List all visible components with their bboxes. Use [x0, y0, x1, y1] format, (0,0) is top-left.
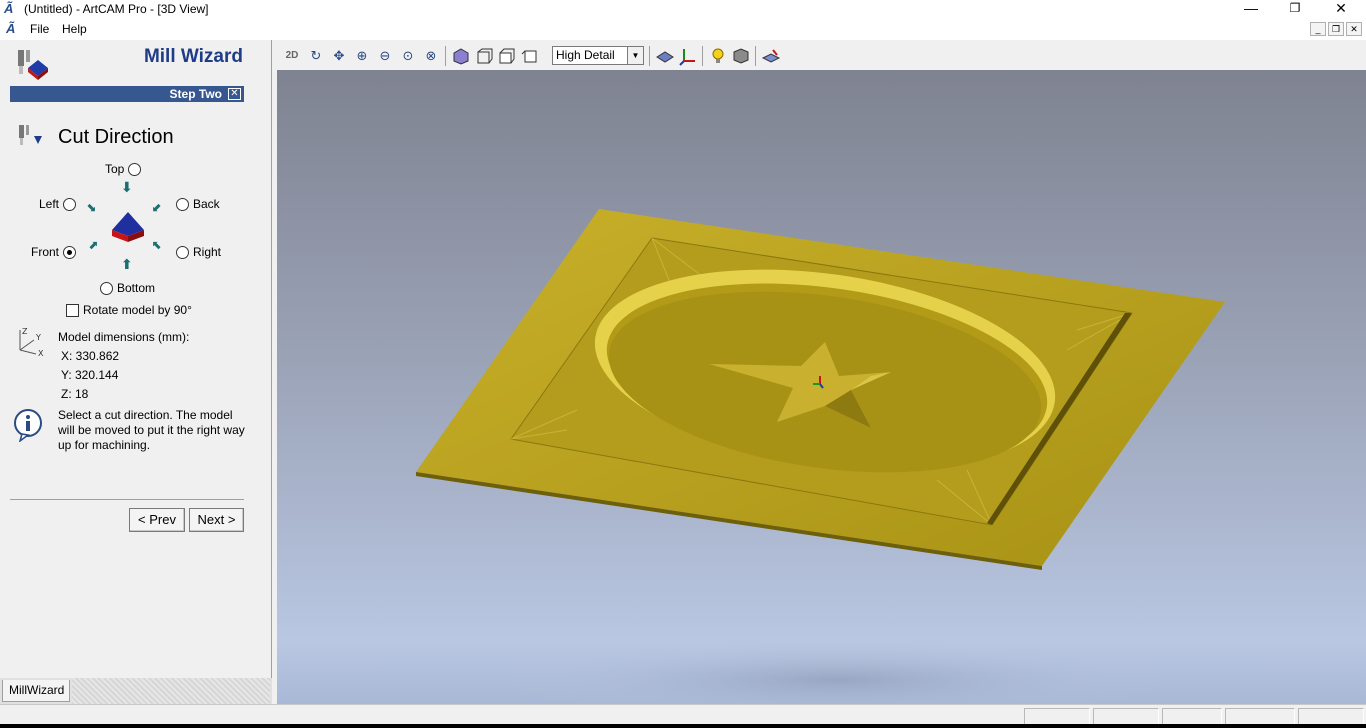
toolbar-separator: [755, 46, 756, 66]
rotate-view-icon[interactable]: ↻: [306, 46, 326, 66]
cut-direction-icon: [19, 125, 42, 145]
mill-wizard-panel: Mill Wizard Step Two ✕ Cut Direction Top…: [0, 40, 272, 704]
toolbar-separator: [445, 46, 446, 66]
menu-bar: Ã File Help _ ❐ ✕: [0, 18, 1366, 40]
wizard-title: Mill Wizard: [143, 46, 243, 67]
direction-left-label: Left: [39, 197, 60, 211]
zoom-fit-icon[interactable]: ⊙: [398, 46, 418, 66]
arrow-upright-icon: ⬈: [88, 238, 99, 252]
toolbar-separator: [702, 46, 703, 66]
tab-millwizard[interactable]: MillWizard: [2, 680, 70, 702]
direction-back[interactable]: Back: [176, 197, 220, 211]
pan-view-icon[interactable]: ✥: [329, 46, 349, 66]
dimensions-label: Model dimensions (mm):: [58, 330, 190, 344]
axis-toggle-icon[interactable]: [678, 46, 698, 66]
dimension-y: Y: 320.144: [61, 368, 119, 382]
direction-right-radio[interactable]: [176, 245, 189, 259]
toolbar-separator: [649, 46, 650, 66]
axis-y-label: Y: [35, 333, 41, 342]
taskbar-edge: [0, 724, 1366, 728]
dimension-x: X: 330.862: [61, 349, 120, 363]
window-title: (Untitled) - ArtCAM Pro - [3D View]: [24, 2, 209, 16]
lighting-icon[interactable]: [708, 46, 728, 66]
tab-strip-background: [72, 678, 270, 704]
mdi-close-button[interactable]: ✕: [1346, 22, 1362, 36]
direction-bottom[interactable]: Bottom: [100, 281, 155, 295]
arrow-up-icon: ⬆: [121, 256, 133, 272]
info-text: Select a cut direction. The model will b…: [58, 408, 245, 452]
chevron-down-icon[interactable]: ▼: [627, 47, 643, 64]
detail-level-value: High Detail: [556, 48, 615, 62]
render-icon[interactable]: [761, 46, 781, 66]
document-icon: Ã: [6, 21, 16, 36]
direction-front-label: Front: [31, 245, 60, 259]
direction-right-label: Right: [193, 245, 222, 259]
view-toolbar: 2D ↻ ✥ ⊕ ⊖ ⊙ ⊗ High Detail ▼: [278, 43, 1366, 69]
mdi-minimize-button[interactable]: _: [1310, 22, 1326, 36]
direction-bottom-label: Bottom: [117, 281, 156, 295]
arrow-down-icon: ⬇: [121, 179, 133, 195]
direction-top[interactable]: Top: [105, 162, 142, 176]
direction-top-radio[interactable]: [128, 162, 142, 176]
prev-button[interactable]: < Prev: [129, 508, 185, 532]
dimension-z: Z: 18: [61, 387, 89, 401]
step-close-button[interactable]: ✕: [228, 88, 241, 100]
section-title: Cut Direction: [58, 126, 174, 148]
direction-front[interactable]: Front: [31, 245, 77, 259]
orientation-cube-icon: [112, 212, 144, 242]
arrow-left-icon: ⬋: [152, 200, 163, 214]
model-render: [416, 209, 1225, 704]
step-header: Step Two ✕: [10, 86, 244, 102]
zoom-box-icon[interactable]: ⊗: [421, 46, 441, 66]
axis-z-label: Z: [22, 327, 28, 336]
axis-x-label: X: [38, 349, 44, 358]
rotate-model-option[interactable]: Rotate model by 90°: [66, 303, 192, 317]
info-icon: [14, 409, 42, 442]
axes-icon: Z Y X: [19, 327, 44, 358]
front-view-icon[interactable]: [474, 46, 494, 66]
direction-left[interactable]: Left: [39, 197, 77, 211]
arrow-upleft-icon: ⬉: [152, 238, 163, 252]
iso-view-icon[interactable]: [451, 46, 471, 66]
zoom-in-icon[interactable]: ⊕: [352, 46, 372, 66]
title-bar: Ã (Untitled) - ArtCAM Pro - [3D View] — …: [0, 0, 1366, 18]
artcam-logo-icon: Ã: [4, 1, 14, 16]
direction-back-radio[interactable]: [176, 197, 189, 211]
menu-file[interactable]: File: [30, 22, 49, 36]
detail-level-select[interactable]: High Detail ▼: [552, 46, 644, 65]
rotate-model-checkbox[interactable]: [66, 303, 79, 317]
mdi-restore-button[interactable]: ❐: [1328, 22, 1344, 36]
direction-front-radio[interactable]: [63, 245, 77, 259]
side-view-icon[interactable]: [497, 46, 517, 66]
rotate-model-label: Rotate model by 90°: [83, 303, 192, 317]
2d-view-button[interactable]: 2D: [282, 46, 302, 66]
close-button[interactable]: ✕: [1318, 0, 1364, 18]
next-button[interactable]: Next >: [189, 508, 244, 532]
menu-help[interactable]: Help: [62, 22, 87, 36]
material-icon[interactable]: [731, 46, 751, 66]
direction-left-radio[interactable]: [63, 197, 77, 211]
direction-bottom-radio[interactable]: [100, 281, 113, 295]
direction-right[interactable]: Right: [176, 245, 221, 259]
arrow-right-icon: ⬊: [86, 200, 97, 214]
divider: [10, 499, 244, 500]
direction-top-label: Top: [105, 162, 125, 176]
model-dimensions: Model dimensions (mm): X: 330.862 Y: 320…: [58, 328, 189, 404]
shaded-view-icon[interactable]: [655, 46, 675, 66]
direction-back-label: Back: [193, 197, 220, 211]
3d-viewport[interactable]: [277, 70, 1366, 704]
step-label: Step Two: [169, 87, 222, 101]
top-view-icon[interactable]: [520, 46, 540, 66]
restore-button[interactable]: ❐: [1272, 0, 1318, 18]
zoom-out-icon[interactable]: ⊖: [375, 46, 395, 66]
minimize-button[interactable]: —: [1228, 0, 1274, 18]
panel-tab-strip: MillWizard: [0, 678, 272, 704]
mill-wizard-icon: [18, 50, 48, 80]
